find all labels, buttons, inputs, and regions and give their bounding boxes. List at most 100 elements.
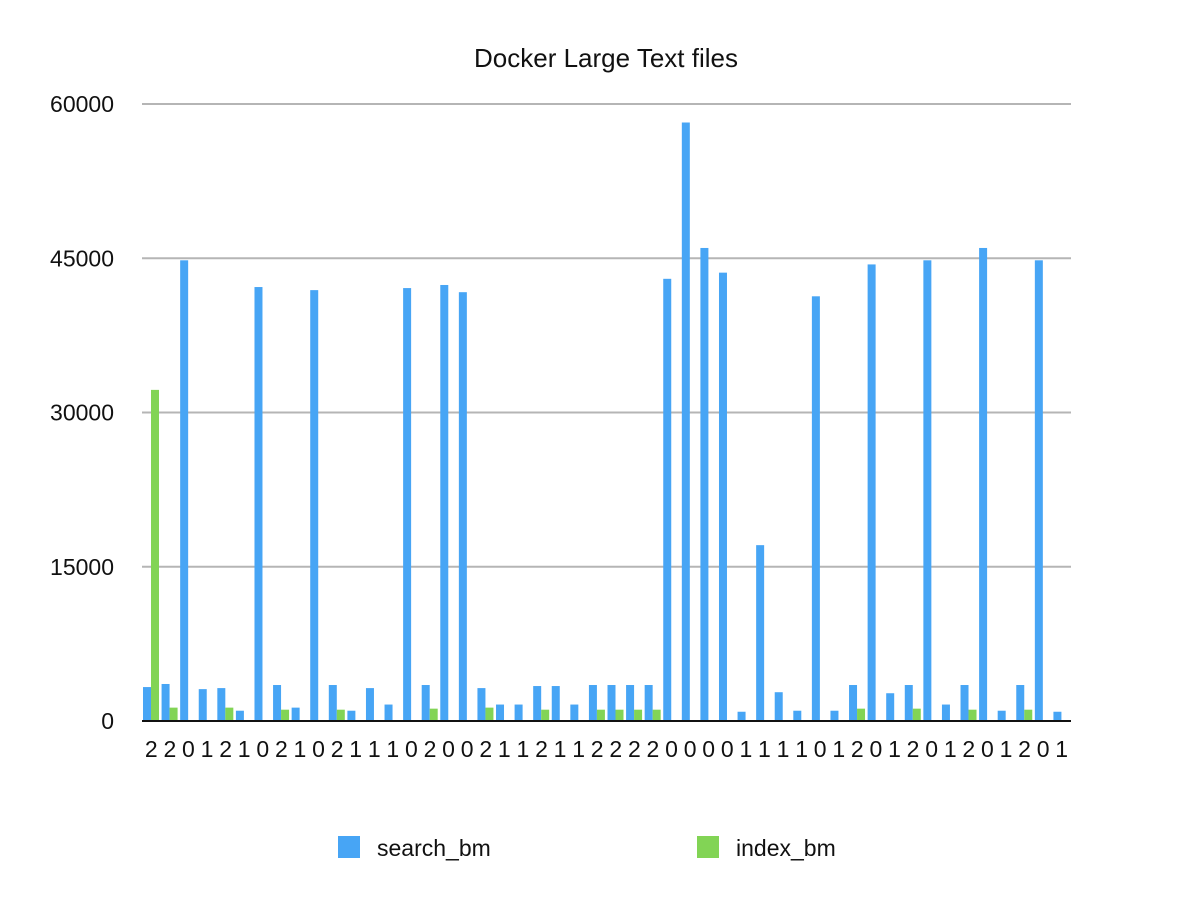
bar-search-bm-39 [867,264,876,721]
bar-search-bm-28 [663,278,672,721]
bar-search-bm-0 [143,687,151,721]
gridlines [142,103,1071,568]
x-tick-label: 0 [665,736,678,762]
bar-search-bm-4 [217,688,226,721]
legend: search_bm index_bm [338,835,836,861]
bar-search-bm-27 [644,685,653,721]
x-tick-label: 2 [591,736,604,762]
bar-search-bm-7 [273,685,282,721]
x-tick-label: 0 [1037,736,1050,762]
bar-search-bm-48 [1034,260,1043,721]
bar-search-bm-44 [960,685,969,721]
x-tick-label: 2 [331,736,344,762]
bar-index-bm-4 [225,707,234,721]
bar-search-bm-40 [886,693,895,721]
x-tick-label: 1 [349,736,362,762]
bar-index-bm-1 [169,707,178,721]
x-tick-label: 1 [777,736,790,762]
bar-index-bm-24 [596,709,605,721]
x-tick-label: 1 [516,736,529,762]
bar-search-bm-41 [904,685,913,721]
legend-label-index-bm: index_bm [736,835,836,861]
x-tick-label: 0 [405,736,418,762]
x-tick-label: 0 [925,736,938,762]
x-tick-label: 2 [1018,736,1031,762]
bar-search-bm-36 [811,296,820,721]
x-tick-label: 1 [739,736,752,762]
bar-index-bm-44 [968,709,977,721]
x-tick-label: 2 [907,736,920,762]
y-tick-label: 15000 [50,554,114,580]
bar-index-bm-41 [912,708,921,721]
bar-search-bm-9 [310,290,319,721]
bar-search-bm-1 [161,683,170,721]
bar-index-bm-26 [634,709,643,721]
x-tick-label: 2 [219,736,232,762]
x-tick-label: 2 [479,736,492,762]
y-tick-label: 45000 [50,245,114,271]
bar-search-bm-46 [997,710,1006,721]
legend-swatch-search-bm [338,836,360,858]
x-tick-label: 1 [832,736,845,762]
x-tick-label: 1 [498,736,511,762]
x-tick-label: 1 [944,736,957,762]
bar-search-bm-26 [626,685,635,721]
bar-index-bm-47 [1024,709,1033,721]
bar-search-bm-45 [979,247,988,721]
bar-search-bm-47 [1016,685,1025,721]
x-tick-label: 1 [201,736,214,762]
bar-index-bm-0 [151,389,159,721]
x-tick-label: 1 [1000,736,1013,762]
x-tick-label: 2 [163,736,176,762]
bar-index-bm-15 [429,708,438,721]
x-tick-label: 0 [312,736,325,762]
x-tick-label: 2 [647,736,660,762]
bar-search-bm-30 [700,247,709,721]
bar-search-bm-42 [923,260,932,721]
chart-title: Docker Large Text files [474,43,738,73]
x-tick-label: 0 [702,736,715,762]
bar-search-bm-25 [607,685,616,721]
x-tick-label: 2 [609,736,622,762]
x-tick-label: 1 [386,736,399,762]
x-tick-label: 1 [572,736,585,762]
x-tick-label: 1 [294,736,307,762]
y-tick-label: 0 [101,708,114,734]
bar-search-bm-21 [533,686,542,721]
bar-search-bm-33 [756,545,765,721]
bar-search-bm-12 [365,688,374,721]
legend-label-search-bm: search_bm [377,835,491,861]
x-tick-label: 1 [368,736,381,762]
bar-index-bm-25 [615,709,624,721]
bar-search-bm-16 [440,284,449,721]
x-tick-label: 1 [888,736,901,762]
x-tick-label: 0 [721,736,734,762]
bar-index-bm-27 [652,709,661,721]
y-tick-label: 60000 [50,91,114,117]
bar-search-bm-18 [477,688,486,721]
bar-search-bm-49 [1053,711,1062,721]
bar-search-bm-17 [458,292,467,721]
bar-search-bm-23 [570,704,579,721]
x-tick-label: 2 [535,736,548,762]
x-tick-label: 0 [814,736,827,762]
y-axis-ticks: 0 15000 30000 45000 60000 [50,91,114,734]
bar-chart: Docker Large Text files 0 15000 30000 45000… [50,43,1071,861]
x-tick-label: 1 [238,736,251,762]
x-tick-label: 2 [962,736,975,762]
bar-search-bm-10 [328,685,337,721]
bar-search-bm-22 [551,686,560,721]
bar-search-bm-32 [737,711,746,721]
x-tick-label: 0 [182,736,195,762]
x-tick-label: 1 [554,736,567,762]
x-tick-label: 1 [1055,736,1068,762]
x-tick-label: 0 [684,736,697,762]
x-tick-label: 2 [145,736,158,762]
y-tick-label: 30000 [50,400,114,426]
bar-search-bm-37 [830,710,839,721]
bar-index-bm-10 [336,709,345,721]
bars [143,122,1062,721]
bar-search-bm-15 [421,685,430,721]
bar-search-bm-14 [403,288,412,721]
bar-index-bm-18 [485,707,494,721]
